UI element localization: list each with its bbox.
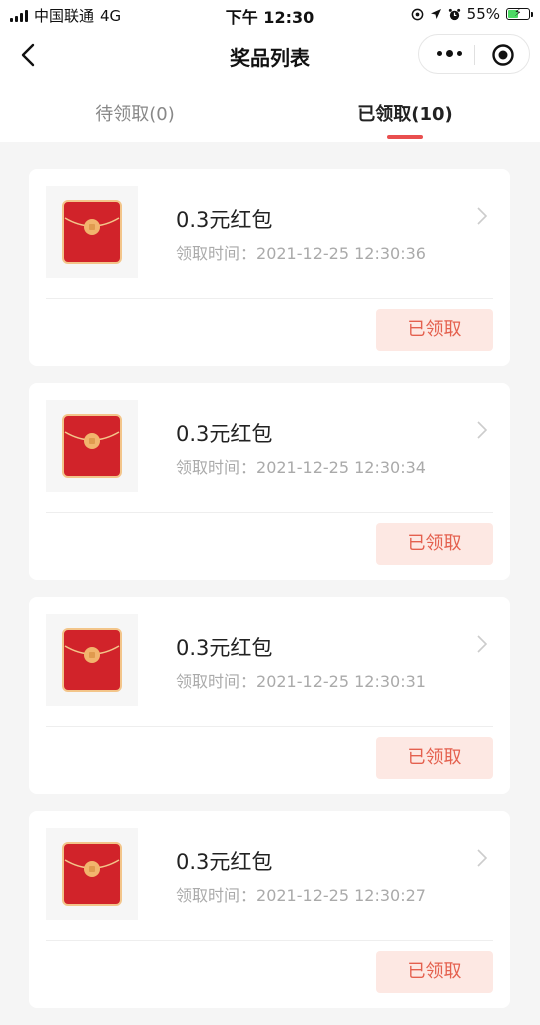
prize-thumbnail bbox=[46, 614, 138, 706]
prize-name: 0.3元红包 bbox=[176, 208, 273, 232]
time-label: 领取时间： bbox=[176, 244, 257, 263]
card-divider bbox=[46, 726, 493, 727]
chevron-right-icon bbox=[477, 207, 488, 225]
prize-card[interactable]: 0.3元红包 领取时间：2021-12-25 12:30:31 已领取 bbox=[29, 597, 510, 794]
prize-list: 0.3元红包 领取时间：2021-12-25 12:30:36 已领取 0.3元… bbox=[29, 169, 510, 1025]
status-right: 55% ⚡ bbox=[411, 5, 533, 23]
target-icon[interactable] bbox=[491, 43, 515, 67]
prize-name: 0.3元红包 bbox=[176, 850, 273, 874]
red-envelope-icon bbox=[62, 200, 122, 264]
navbar: 奖品列表 bbox=[0, 28, 540, 84]
prize-name: 0.3元红包 bbox=[176, 422, 273, 446]
claimed-button[interactable]: 已领取 bbox=[376, 737, 493, 779]
prize-thumbnail bbox=[46, 186, 138, 278]
active-tab-indicator bbox=[387, 135, 423, 139]
prize-card[interactable]: 0.3元红包 领取时间：2021-12-25 12:30:27 已领取 bbox=[29, 811, 510, 1008]
claimed-button[interactable]: 已领取 bbox=[376, 951, 493, 993]
tab-claimed[interactable]: 已领取(10) bbox=[270, 100, 540, 126]
card-divider bbox=[46, 512, 493, 513]
card-divider bbox=[46, 940, 493, 941]
orientation-lock-icon bbox=[411, 8, 424, 20]
prize-card[interactable]: 0.3元红包 领取时间：2021-12-25 12:30:34 已领取 bbox=[29, 383, 510, 580]
prize-time: 领取时间：2021-12-25 12:30:31 bbox=[176, 668, 426, 692]
status-bar: 中国联通 4G 下午 12:30 55% ⚡ bbox=[0, 0, 540, 28]
battery-icon: ⚡ bbox=[506, 6, 533, 20]
prize-time: 领取时间：2021-12-25 12:30:36 bbox=[176, 240, 426, 264]
prize-card[interactable]: 0.3元红包 领取时间：2021-12-25 12:30:36 已领取 bbox=[29, 169, 510, 366]
prize-time: 领取时间：2021-12-25 12:30:34 bbox=[176, 454, 426, 478]
time-label: 领取时间： bbox=[176, 886, 257, 905]
tab-bar: 待领取(0) 已领取(10) bbox=[0, 84, 540, 142]
time-label: 领取时间： bbox=[176, 458, 257, 477]
card-divider bbox=[46, 298, 493, 299]
red-envelope-icon bbox=[62, 628, 122, 692]
time-label: 领取时间： bbox=[176, 672, 257, 691]
location-icon bbox=[430, 9, 441, 19]
tab-pending[interactable]: 待领取(0) bbox=[0, 100, 270, 126]
time-value: 2021-12-25 12:30:36 bbox=[256, 244, 426, 263]
mini-program-capsule bbox=[418, 34, 530, 74]
battery-percent: 55% bbox=[466, 5, 500, 23]
more-dots-icon[interactable] bbox=[437, 50, 462, 57]
chevron-right-icon bbox=[477, 635, 488, 653]
chevron-right-icon bbox=[477, 421, 488, 439]
prize-time: 领取时间：2021-12-25 12:30:27 bbox=[176, 882, 426, 906]
red-envelope-icon bbox=[62, 414, 122, 478]
time-value: 2021-12-25 12:30:31 bbox=[256, 672, 426, 691]
chevron-right-icon bbox=[477, 849, 488, 867]
alarm-icon bbox=[448, 8, 460, 20]
claimed-button[interactable]: 已领取 bbox=[376, 309, 493, 351]
prize-thumbnail bbox=[46, 400, 138, 492]
time-value: 2021-12-25 12:30:34 bbox=[256, 458, 426, 477]
capsule-divider bbox=[474, 45, 475, 65]
claimed-button[interactable]: 已领取 bbox=[376, 523, 493, 565]
prize-thumbnail bbox=[46, 828, 138, 920]
prize-name: 0.3元红包 bbox=[176, 636, 273, 660]
time-value: 2021-12-25 12:30:27 bbox=[256, 886, 426, 905]
red-envelope-icon bbox=[62, 842, 122, 906]
